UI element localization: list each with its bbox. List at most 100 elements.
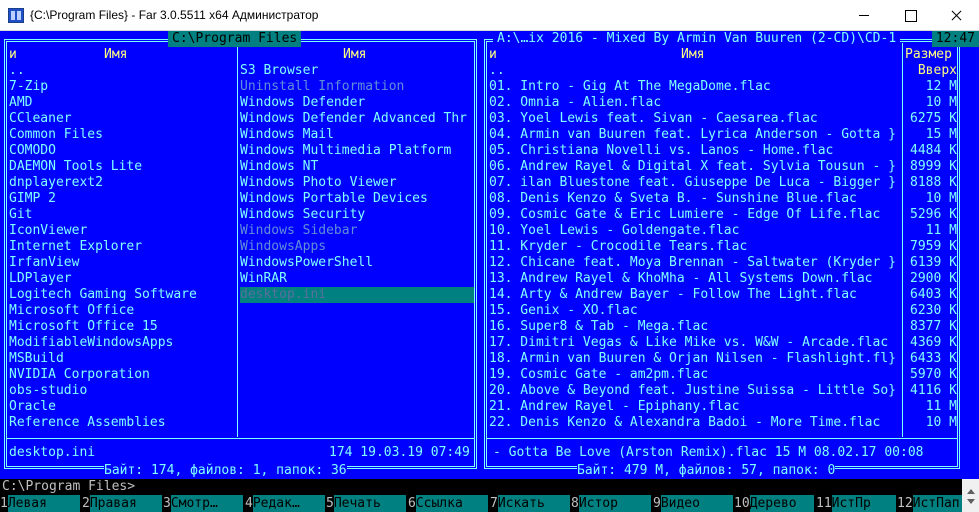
fkey-1[interactable]: 1Левая [0,495,82,512]
left-file-column-2: S3 Browser Uninstall Information Windows D… [240,63,474,303]
list-item[interactable]: 20. Above & Beyond feat. Justine Suissa … [489,383,901,399]
list-item[interactable]: Windows Mail [240,127,474,143]
list-item[interactable]: S3 Browser [240,63,474,79]
list-item[interactable]: desktop.ini [240,287,474,303]
list-item[interactable]: 10. Yoel Lewis - Goldengate.flac [489,223,901,239]
list-item[interactable]: Git [9,207,235,223]
left-info-divider [7,438,474,439]
list-item[interactable]: dnplayerext2 [9,175,235,191]
list-item[interactable]: 11. Kryder - Crocodile Tears.flac [489,239,901,255]
fkey-label: Смотр… [170,495,243,512]
list-item[interactable]: 05. Christiana Novelli vs. Lanos - Home.… [489,143,901,159]
list-item[interactable]: 09. Cosmic Gate & Eric Lumiere - Edge Of… [489,207,901,223]
command-line[interactable]: C:\Program Files> [0,479,979,495]
list-item[interactable]: 7-Zip [9,79,235,95]
list-item[interactable]: 15. Genix - XO.flac [489,303,901,319]
list-item[interactable]: Windows Multimedia Platform [240,143,474,159]
list-item[interactable]: GIMP 2 [9,191,235,207]
console-scrollbar[interactable] [962,479,979,512]
list-item[interactable]: 16. Super8 & Tab - Mega.flac [489,319,901,335]
list-item[interactable]: WinRAR [240,271,474,287]
fkey-9[interactable]: 9Видео [653,495,735,512]
fkey-label: Истор [578,495,651,512]
fkey-3[interactable]: 3Смотр… [163,495,245,512]
list-item[interactable]: Common Files [9,127,235,143]
list-item[interactable]: Microsoft Office [9,303,235,319]
list-item[interactable]: DAEMON Tools Lite [9,159,235,175]
list-item[interactable]: Windows Portable Devices [240,191,474,207]
list-item[interactable]: CCleaner [9,111,235,127]
left-panel-title[interactable]: C:\Program Files [168,31,302,47]
list-item[interactable]: 04. Armin van Buuren feat. Lyrica Anders… [489,127,901,143]
fkey-8[interactable]: 8Истор [571,495,653,512]
left-panel[interactable]: C:\Program Files и Имя Имя .. 7-Zip AMD CCl… [0,31,481,479]
window-titlebar[interactable]: {C:\Program Files} - Far 3.0.5511 x64 Ад… [0,0,979,31]
list-item[interactable]: Logitech Gaming Software [9,287,235,303]
right-col-header-size[interactable]: Размер [905,47,952,63]
list-item[interactable]: 06. Andrew Rayel & Digital X feat. Sylvi… [489,159,901,175]
list-item[interactable]: Microsoft Office 15 [9,319,235,335]
fkey-5[interactable]: 5Печать [326,495,408,512]
close-button[interactable] [933,0,979,31]
fkey-6[interactable]: 6Ссылка [408,495,490,512]
list-item[interactable]: 13. Andrew Rayel & KhoMha - All Systems … [489,271,901,287]
list-item[interactable]: .. [489,63,901,79]
list-item[interactable]: ModifiableWindowsApps [9,335,235,351]
fkey-7[interactable]: 7Искать [490,495,572,512]
list-item[interactable]: 22. Denis Kenzo & Alexandra Badoi - More… [489,415,901,431]
list-item[interactable]: 02. Omnia - Alien.flac [489,95,901,111]
list-item[interactable]: Windows Photo Viewer [240,175,474,191]
fkey-2[interactable]: 2Правая [82,495,164,512]
left-col-header-name1[interactable]: Имя [104,47,127,63]
list-item[interactable]: Oracle [9,399,235,415]
list-item[interactable]: 12. Chicane feat. Moya Brennan - Saltwat… [489,255,901,271]
list-item[interactable]: WindowsPowerShell [240,255,474,271]
list-item[interactable]: 14. Arty & Andrew Bayer - Follow The Lig… [489,287,901,303]
list-item[interactable]: WindowsApps [240,239,474,255]
list-item[interactable]: 01. Intro - Gig At The MegaDome.flac [489,79,901,95]
list-item[interactable]: NVIDIA Corporation [9,367,235,383]
list-item[interactable]: 21. Andrew Rayel - Epiphany.flac [489,399,901,415]
list-item[interactable]: 19. Cosmic Gate - am2pm.flac [489,367,901,383]
minimize-button[interactable] [841,0,887,31]
left-col-header-name2[interactable]: Имя [343,47,366,63]
list-item[interactable]: Windows Security [240,207,474,223]
list-item[interactable]: Windows Defender [240,95,474,111]
list-item[interactable]: Windows Sidebar [240,223,474,239]
left-col-header-n[interactable]: и [9,47,17,63]
list-item[interactable]: AMD [9,95,235,111]
list-item[interactable]: Windows NT [240,159,474,175]
list-item[interactable]: 03. Yoel Lewis feat. Sivan - Caesarea.fl… [489,111,901,127]
list-item[interactable]: LDPlayer [9,271,235,287]
far-app-icon[interactable] [8,8,24,23]
list-item[interactable]: MSBuild [9,351,235,367]
list-item[interactable]: 17. Dimitri Vegas & Like Mike vs. W&W - … [489,335,901,351]
list-item[interactable]: COMODO [9,143,235,159]
left-info-meta: 174 19.03.19 07:49 [329,445,470,460]
fkey-label: Дерево [749,495,814,512]
file-size: 11 M [925,223,957,238]
file-size: 11 M [925,399,957,414]
fkey-4[interactable]: 4Редак… [245,495,327,512]
list-item[interactable]: 07. ilan Bluestone feat. Giuseppe De Luc… [489,175,901,191]
list-item[interactable]: 18. Armin van Buuren & Orjan Nilsen - Fl… [489,351,901,367]
file-size: 10 M [925,95,957,110]
right-col-header-name[interactable]: Имя [681,47,704,63]
maximize-button[interactable] [887,0,933,31]
fkey-10[interactable]: 10Дерево [734,495,816,512]
right-summary: Байт: 479 М, файлов: 57, папок: 0 [577,463,836,479]
right-panel[interactable]: A:\…ix 2016 - Mixed By Armin Van Buuren … [481,31,979,479]
file-size: 6433 K [910,351,957,366]
list-item[interactable]: Reference Assemblies [9,415,235,431]
list-item[interactable]: IconViewer [9,223,235,239]
list-item[interactable]: Windows Defender Advanced Thr [240,111,474,127]
list-item[interactable]: Internet Explorer [9,239,235,255]
list-item[interactable]: .. [9,63,235,79]
list-item[interactable]: Uninstall Information [240,79,474,95]
right-col-header-n[interactable]: и [489,47,497,63]
list-item[interactable]: obs-studio [9,383,235,399]
right-panel-title[interactable]: A:\…ix 2016 - Mixed By Armin Van Buuren … [493,31,901,47]
list-item[interactable]: 08. Denis Kenzo & Sveta B. - Sunshine Bl… [489,191,901,207]
fkey-11[interactable]: 11ИстПр [816,495,898,512]
list-item[interactable]: IrfanView [9,255,235,271]
